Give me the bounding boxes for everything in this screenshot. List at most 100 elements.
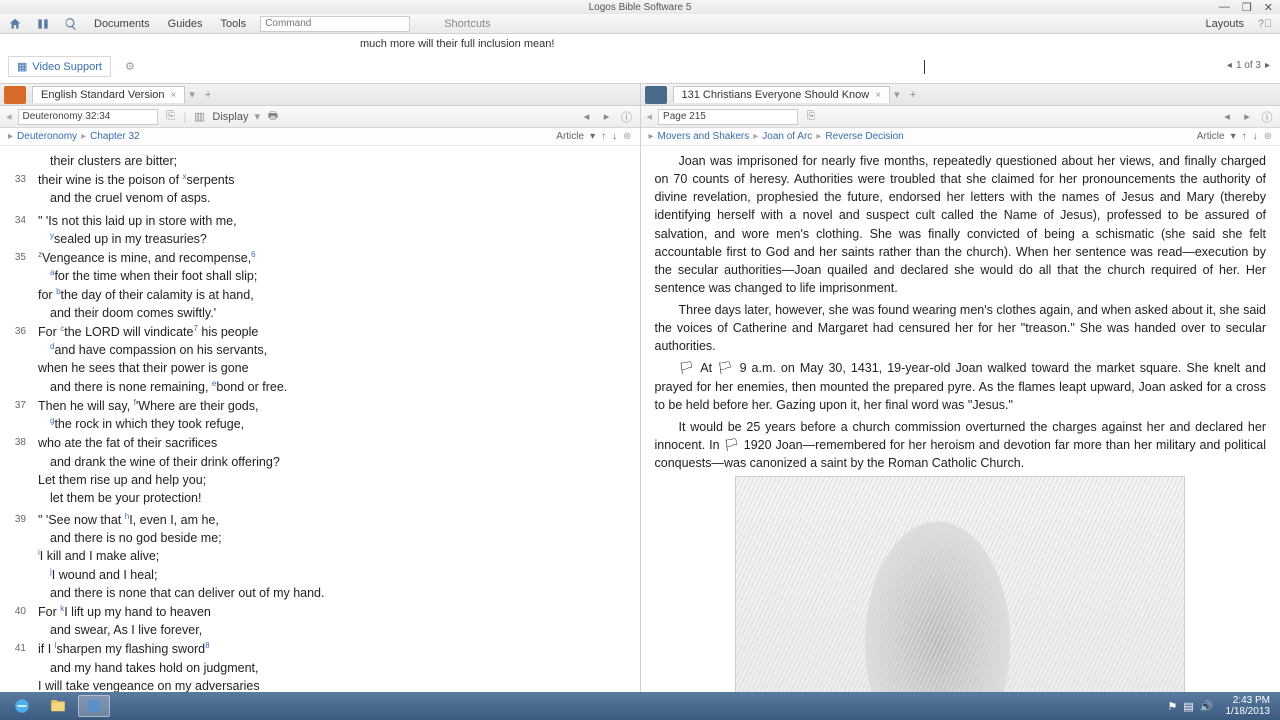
article-paragraph: Joan was imprisoned for nearly five mont… [655, 152, 1267, 297]
columns-icon[interactable]: ▥ [192, 110, 206, 124]
print-icon[interactable]: 🖶 [266, 110, 280, 124]
locator-prev-icon[interactable]: ◂ [580, 110, 594, 124]
taskbar-ie-icon[interactable] [6, 695, 38, 717]
footnote-marker[interactable]: 6 [251, 250, 255, 259]
layouts-menu[interactable]: Layouts [1201, 18, 1248, 30]
footnote-marker[interactable]: c [60, 324, 64, 333]
article-label[interactable]: Article [1197, 131, 1225, 142]
display-dropdown[interactable]: Display [212, 111, 248, 123]
article-chevron-icon[interactable]: ▾ [1231, 131, 1236, 142]
verse-number [14, 508, 30, 510]
close-button[interactable]: ✕ [1261, 1, 1276, 14]
footnote-marker[interactable]: k [60, 604, 64, 613]
crumb-chevron-icon[interactable]: ▸ [649, 131, 654, 142]
tab-esv[interactable]: English Standard Version × [32, 86, 185, 103]
nav-up-icon[interactable]: ↑ [1242, 131, 1247, 142]
crumb-book[interactable]: Deuteronomy [17, 131, 77, 142]
footnote-marker[interactable]: z [38, 250, 42, 259]
nav-down-icon[interactable]: ↓ [612, 131, 617, 142]
command-input[interactable] [260, 16, 410, 32]
back-icon[interactable]: ◂ [647, 110, 653, 123]
joan-of-arc-image [735, 476, 1185, 692]
footnote-marker[interactable]: f [134, 398, 136, 407]
footnote-marker[interactable]: 8 [205, 641, 209, 650]
parallel-icon[interactable]: ⎘ [164, 110, 178, 124]
crumb-person[interactable]: Joan of Arc [762, 131, 812, 142]
page-input[interactable] [658, 109, 798, 125]
nav-down-icon[interactable]: ↓ [1253, 131, 1258, 142]
windows-taskbar: ⚑ ▤ 🔊 2:43 PM 1/18/2013 [0, 692, 1280, 720]
verse-text: who ate the fat of their sacrificesand d… [30, 434, 622, 507]
maximize-button[interactable]: ❐ [1239, 1, 1255, 14]
crumb-chevron-icon[interactable]: ▸ [8, 131, 13, 142]
add-tab-button[interactable]: + [199, 89, 217, 101]
close-locator-icon[interactable]: ⊗ [623, 131, 631, 142]
tab-dropdown-icon[interactable]: ▾ [894, 88, 900, 101]
add-tab-button[interactable]: + [904, 89, 922, 101]
verse-number: 39 [14, 511, 30, 602]
locator-next-icon[interactable]: ▸ [600, 110, 614, 124]
footnote-marker[interactable]: l [55, 641, 57, 650]
crumb-chapter[interactable]: Chapter 32 [90, 131, 139, 142]
reference-input[interactable] [18, 109, 158, 125]
nav-up-icon[interactable]: ↑ [601, 131, 606, 142]
footnote-marker[interactable]: y [50, 231, 54, 240]
menu-documents[interactable]: Documents [90, 18, 154, 30]
footnote-marker[interactable]: d [50, 342, 54, 351]
crumb-section[interactable]: Movers and Shakers [658, 131, 750, 142]
locator-prev-icon[interactable]: ◂ [1220, 110, 1234, 124]
footnote-marker[interactable]: g [50, 416, 54, 425]
verse-number: 41 [14, 640, 30, 692]
article-paragraph: Three days later, however, she was found… [655, 301, 1267, 355]
tray-volume-icon[interactable]: 🔊 [1200, 700, 1214, 713]
footnote-marker[interactable]: b [56, 287, 60, 296]
home-icon[interactable] [6, 15, 24, 33]
parallel-icon[interactable]: ⎘ [804, 110, 818, 124]
close-locator-icon[interactable]: ⊗ [1264, 131, 1272, 142]
video-support-button[interactable]: ▦ Video Support [8, 56, 111, 77]
go-box-input[interactable] [172, 56, 1226, 78]
footnote-marker[interactable]: 7 [193, 324, 197, 333]
tab-131-christians[interactable]: 131 Christians Everyone Should Know × [673, 86, 891, 103]
help-icon[interactable]: ?⃝ [1256, 15, 1274, 33]
shortcuts-label[interactable]: Shortcuts [440, 18, 494, 30]
article-label[interactable]: Article [556, 131, 584, 142]
info-icon[interactable]: ⓘ [1260, 110, 1274, 124]
footnote-marker[interactable]: x [183, 172, 187, 181]
system-clock[interactable]: 2:43 PM 1/18/2013 [1226, 695, 1275, 717]
minimize-button[interactable]: — [1216, 1, 1233, 14]
tray-flag-icon[interactable]: ⚑ [1168, 700, 1178, 713]
verse-number: 34 [14, 212, 30, 248]
close-tab-icon[interactable]: × [171, 90, 177, 101]
footnote-marker[interactable]: e [212, 379, 216, 388]
verse-row: 40For kI lift up my hand to heavenand sw… [14, 603, 622, 639]
truncated-result-text: much more will their full inclusion mean… [360, 38, 554, 50]
footnote-marker[interactable]: h [125, 512, 129, 521]
search-icon[interactable] [62, 15, 80, 33]
footnote-marker[interactable]: a [50, 268, 54, 277]
menu-tools[interactable]: Tools [217, 18, 251, 30]
resource-cover-icon[interactable] [4, 86, 26, 104]
gear-icon[interactable]: ⚙ [125, 60, 135, 73]
back-icon[interactable]: ◂ [6, 110, 12, 123]
tray-network-icon[interactable]: ▤ [1183, 700, 1193, 713]
verse-row: their clusters are bitter; [14, 152, 622, 170]
display-chevron-icon[interactable]: ▾ [254, 110, 260, 123]
article-chevron-icon[interactable]: ▾ [590, 131, 595, 142]
library-icon[interactable] [34, 15, 52, 33]
pager-next-icon[interactable]: ▸ [1265, 60, 1270, 71]
menu-guides[interactable]: Guides [164, 18, 207, 30]
verse-row [14, 209, 622, 211]
text-cursor [924, 60, 925, 74]
footnote-marker[interactable]: j [50, 567, 52, 576]
info-icon[interactable]: ⓘ [620, 110, 634, 124]
taskbar-explorer-icon[interactable] [42, 695, 74, 717]
crumb-heading[interactable]: Reverse Decision [825, 131, 903, 142]
tab-dropdown-icon[interactable]: ▾ [189, 88, 195, 101]
locator-next-icon[interactable]: ▸ [1240, 110, 1254, 124]
taskbar-logos-icon[interactable] [78, 695, 110, 717]
pager-prev-icon[interactable]: ◂ [1227, 60, 1232, 71]
close-tab-icon[interactable]: × [875, 90, 881, 101]
resource-cover-icon[interactable] [645, 86, 667, 104]
footnote-marker[interactable]: i [38, 548, 40, 557]
